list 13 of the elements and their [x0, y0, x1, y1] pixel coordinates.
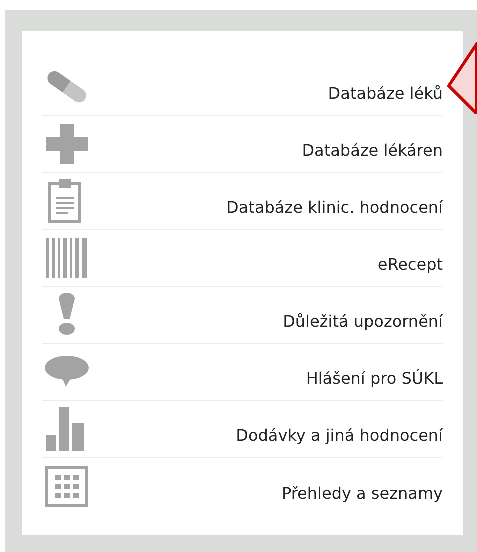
- cross-icon: [44, 124, 90, 164]
- menu-link[interactable]: Přehledy a seznamy: [282, 468, 443, 506]
- barcode-icon: [44, 238, 90, 278]
- callout-arrow-drawing: [447, 42, 477, 114]
- grid-icon: [44, 466, 90, 508]
- menu-link[interactable]: Hlášení pro SÚKL: [306, 353, 443, 391]
- menu-link[interactable]: Dodávky a jiná hodnocení: [236, 410, 443, 448]
- menu-link[interactable]: Důležitá upozornění: [283, 296, 443, 334]
- menu-link[interactable]: eRecept: [378, 239, 443, 277]
- menu-link[interactable]: Databáze léků: [328, 68, 443, 106]
- menu-link[interactable]: Databáze lékáren: [302, 125, 443, 163]
- menu-link[interactable]: Databáze klinic. hodnocení: [226, 182, 443, 220]
- speech-bubble-icon: [44, 355, 90, 389]
